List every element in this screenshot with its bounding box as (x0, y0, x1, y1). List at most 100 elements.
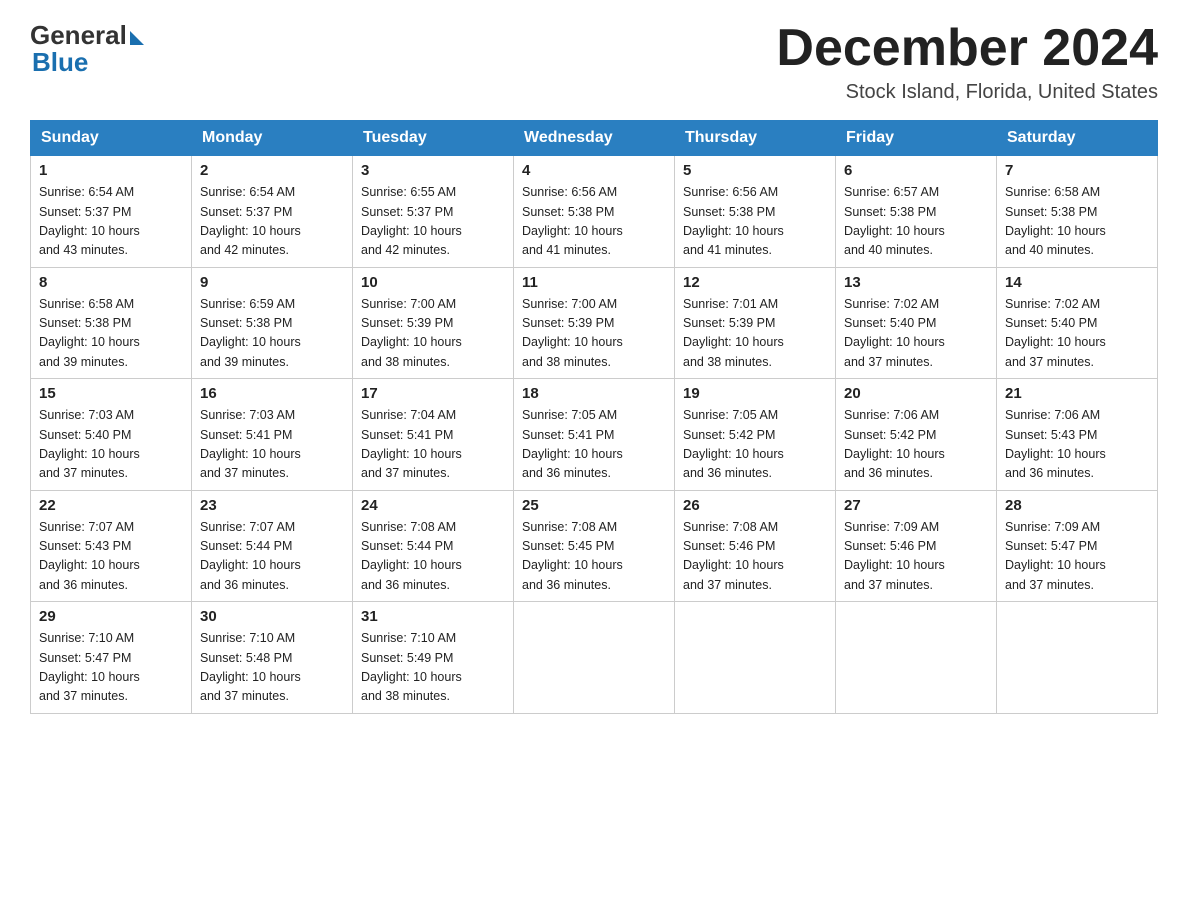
day-info: Sunrise: 7:05 AMSunset: 5:42 PMDaylight:… (683, 406, 827, 484)
calendar-cell: 13 Sunrise: 7:02 AMSunset: 5:40 PMDaylig… (836, 267, 997, 379)
calendar-cell: 31 Sunrise: 7:10 AMSunset: 5:49 PMDaylig… (353, 602, 514, 714)
day-info: Sunrise: 7:10 AMSunset: 5:47 PMDaylight:… (39, 629, 183, 707)
calendar-cell: 19 Sunrise: 7:05 AMSunset: 5:42 PMDaylig… (675, 379, 836, 491)
calendar-cell: 10 Sunrise: 7:00 AMSunset: 5:39 PMDaylig… (353, 267, 514, 379)
day-number: 13 (844, 274, 988, 291)
title-block: December 2024 Stock Island, Florida, Uni… (776, 20, 1158, 104)
calendar-cell: 26 Sunrise: 7:08 AMSunset: 5:46 PMDaylig… (675, 490, 836, 602)
day-info: Sunrise: 7:06 AMSunset: 5:43 PMDaylight:… (1005, 406, 1149, 484)
calendar-cell: 5 Sunrise: 6:56 AMSunset: 5:38 PMDayligh… (675, 156, 836, 268)
day-number: 22 (39, 497, 183, 514)
day-info: Sunrise: 7:10 AMSunset: 5:49 PMDaylight:… (361, 629, 505, 707)
calendar-cell (836, 602, 997, 714)
calendar-header-wednesday: Wednesday (514, 121, 675, 156)
day-info: Sunrise: 7:01 AMSunset: 5:39 PMDaylight:… (683, 295, 827, 373)
day-info: Sunrise: 7:03 AMSunset: 5:41 PMDaylight:… (200, 406, 344, 484)
day-number: 1 (39, 162, 183, 179)
day-info: Sunrise: 6:56 AMSunset: 5:38 PMDaylight:… (683, 183, 827, 261)
calendar-cell: 9 Sunrise: 6:59 AMSunset: 5:38 PMDayligh… (192, 267, 353, 379)
calendar-cell: 28 Sunrise: 7:09 AMSunset: 5:47 PMDaylig… (997, 490, 1158, 602)
calendar-cell (997, 602, 1158, 714)
day-info: Sunrise: 6:59 AMSunset: 5:38 PMDaylight:… (200, 295, 344, 373)
calendar-cell: 8 Sunrise: 6:58 AMSunset: 5:38 PMDayligh… (31, 267, 192, 379)
day-info: Sunrise: 7:07 AMSunset: 5:44 PMDaylight:… (200, 518, 344, 596)
page-header: General Blue December 2024 Stock Island,… (30, 20, 1158, 104)
calendar-header-thursday: Thursday (675, 121, 836, 156)
day-info: Sunrise: 7:02 AMSunset: 5:40 PMDaylight:… (844, 295, 988, 373)
day-info: Sunrise: 6:58 AMSunset: 5:38 PMDaylight:… (39, 295, 183, 373)
calendar-cell: 3 Sunrise: 6:55 AMSunset: 5:37 PMDayligh… (353, 156, 514, 268)
calendar-cell: 21 Sunrise: 7:06 AMSunset: 5:43 PMDaylig… (997, 379, 1158, 491)
day-info: Sunrise: 7:08 AMSunset: 5:45 PMDaylight:… (522, 518, 666, 596)
calendar-header-sunday: Sunday (31, 121, 192, 156)
day-number: 31 (361, 608, 505, 625)
calendar-cell: 16 Sunrise: 7:03 AMSunset: 5:41 PMDaylig… (192, 379, 353, 491)
day-info: Sunrise: 7:07 AMSunset: 5:43 PMDaylight:… (39, 518, 183, 596)
day-info: Sunrise: 6:55 AMSunset: 5:37 PMDaylight:… (361, 183, 505, 261)
calendar-cell: 7 Sunrise: 6:58 AMSunset: 5:38 PMDayligh… (997, 156, 1158, 268)
calendar-cell: 20 Sunrise: 7:06 AMSunset: 5:42 PMDaylig… (836, 379, 997, 491)
day-number: 2 (200, 162, 344, 179)
calendar-header-row: SundayMondayTuesdayWednesdayThursdayFrid… (31, 121, 1158, 156)
calendar-header-saturday: Saturday (997, 121, 1158, 156)
day-info: Sunrise: 7:10 AMSunset: 5:48 PMDaylight:… (200, 629, 344, 707)
day-info: Sunrise: 7:09 AMSunset: 5:46 PMDaylight:… (844, 518, 988, 596)
day-number: 18 (522, 385, 666, 402)
calendar-cell: 17 Sunrise: 7:04 AMSunset: 5:41 PMDaylig… (353, 379, 514, 491)
day-info: Sunrise: 7:03 AMSunset: 5:40 PMDaylight:… (39, 406, 183, 484)
logo-triangle-icon (130, 31, 144, 45)
day-number: 24 (361, 497, 505, 514)
day-info: Sunrise: 7:08 AMSunset: 5:44 PMDaylight:… (361, 518, 505, 596)
day-number: 9 (200, 274, 344, 291)
calendar-cell: 25 Sunrise: 7:08 AMSunset: 5:45 PMDaylig… (514, 490, 675, 602)
day-info: Sunrise: 7:04 AMSunset: 5:41 PMDaylight:… (361, 406, 505, 484)
day-number: 20 (844, 385, 988, 402)
calendar-week-row: 22 Sunrise: 7:07 AMSunset: 5:43 PMDaylig… (31, 490, 1158, 602)
day-info: Sunrise: 7:05 AMSunset: 5:41 PMDaylight:… (522, 406, 666, 484)
calendar-cell: 2 Sunrise: 6:54 AMSunset: 5:37 PMDayligh… (192, 156, 353, 268)
day-number: 27 (844, 497, 988, 514)
day-info: Sunrise: 7:00 AMSunset: 5:39 PMDaylight:… (361, 295, 505, 373)
day-number: 28 (1005, 497, 1149, 514)
day-number: 8 (39, 274, 183, 291)
calendar-header-tuesday: Tuesday (353, 121, 514, 156)
day-number: 25 (522, 497, 666, 514)
calendar-cell: 29 Sunrise: 7:10 AMSunset: 5:47 PMDaylig… (31, 602, 192, 714)
calendar-cell: 22 Sunrise: 7:07 AMSunset: 5:43 PMDaylig… (31, 490, 192, 602)
calendar-cell: 1 Sunrise: 6:54 AMSunset: 5:37 PMDayligh… (31, 156, 192, 268)
day-number: 19 (683, 385, 827, 402)
month-title: December 2024 (776, 20, 1158, 77)
calendar-cell: 18 Sunrise: 7:05 AMSunset: 5:41 PMDaylig… (514, 379, 675, 491)
day-number: 6 (844, 162, 988, 179)
day-info: Sunrise: 7:00 AMSunset: 5:39 PMDaylight:… (522, 295, 666, 373)
day-number: 26 (683, 497, 827, 514)
calendar-cell: 14 Sunrise: 7:02 AMSunset: 5:40 PMDaylig… (997, 267, 1158, 379)
day-info: Sunrise: 6:57 AMSunset: 5:38 PMDaylight:… (844, 183, 988, 261)
calendar-cell: 30 Sunrise: 7:10 AMSunset: 5:48 PMDaylig… (192, 602, 353, 714)
calendar-cell: 27 Sunrise: 7:09 AMSunset: 5:46 PMDaylig… (836, 490, 997, 602)
day-number: 5 (683, 162, 827, 179)
calendar-week-row: 29 Sunrise: 7:10 AMSunset: 5:47 PMDaylig… (31, 602, 1158, 714)
calendar-cell (514, 602, 675, 714)
calendar-cell: 24 Sunrise: 7:08 AMSunset: 5:44 PMDaylig… (353, 490, 514, 602)
calendar-header-friday: Friday (836, 121, 997, 156)
logo: General Blue (30, 20, 144, 78)
calendar-cell: 6 Sunrise: 6:57 AMSunset: 5:38 PMDayligh… (836, 156, 997, 268)
day-info: Sunrise: 6:56 AMSunset: 5:38 PMDaylight:… (522, 183, 666, 261)
calendar-week-row: 1 Sunrise: 6:54 AMSunset: 5:37 PMDayligh… (31, 156, 1158, 268)
day-info: Sunrise: 6:54 AMSunset: 5:37 PMDaylight:… (39, 183, 183, 261)
calendar-table: SundayMondayTuesdayWednesdayThursdayFrid… (30, 120, 1158, 714)
day-number: 23 (200, 497, 344, 514)
day-number: 12 (683, 274, 827, 291)
day-info: Sunrise: 6:58 AMSunset: 5:38 PMDaylight:… (1005, 183, 1149, 261)
day-number: 16 (200, 385, 344, 402)
day-number: 15 (39, 385, 183, 402)
calendar-cell: 4 Sunrise: 6:56 AMSunset: 5:38 PMDayligh… (514, 156, 675, 268)
day-number: 7 (1005, 162, 1149, 179)
day-number: 29 (39, 608, 183, 625)
calendar-cell: 23 Sunrise: 7:07 AMSunset: 5:44 PMDaylig… (192, 490, 353, 602)
day-info: Sunrise: 6:54 AMSunset: 5:37 PMDaylight:… (200, 183, 344, 261)
day-info: Sunrise: 7:09 AMSunset: 5:47 PMDaylight:… (1005, 518, 1149, 596)
day-number: 11 (522, 274, 666, 291)
day-number: 21 (1005, 385, 1149, 402)
